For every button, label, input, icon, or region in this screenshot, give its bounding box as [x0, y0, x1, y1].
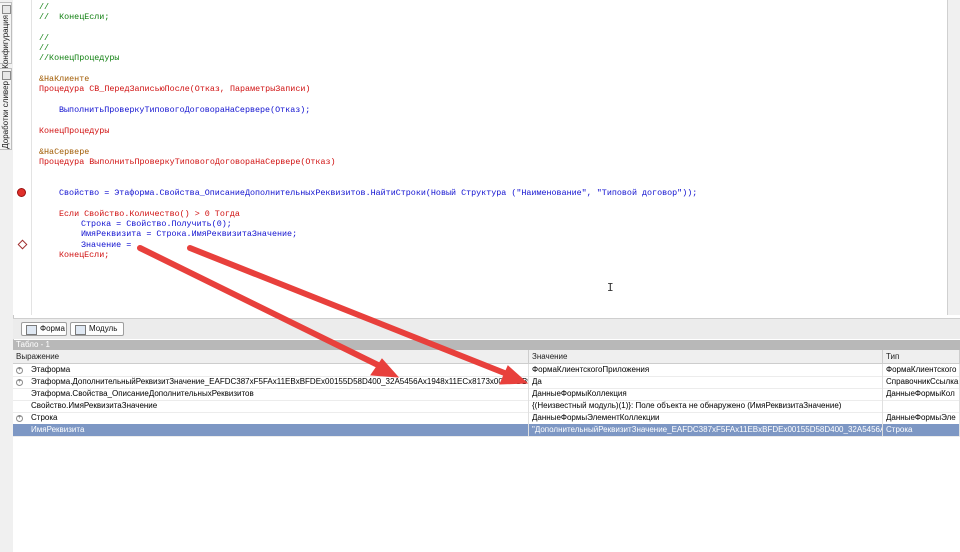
watch-table-header: Выражение Значение Тип — [13, 350, 960, 364]
watch-cell-type: ДанныеФормыЭле — [883, 412, 960, 424]
code-text-area[interactable]: // // КонецЕсли; // // //КонецПроцедуры … — [37, 0, 937, 315]
tab-label: Форма — [40, 324, 65, 333]
code-editor[interactable]: // // КонецЕсли; // // //КонецПроцедуры … — [13, 0, 947, 315]
code-line: Если Свойство.Количество() > 0 Тогда — [59, 209, 240, 219]
watch-expression-text: ИмяРеквизита — [31, 425, 85, 434]
watch-panel[interactable]: Выражение Значение Тип + Этаформа ФормаКли… — [13, 350, 960, 552]
breakpoint-icon[interactable] — [17, 188, 26, 197]
code-line: Процедура СВ_ПередЗаписьюПосле(Отказ, Па… — [39, 84, 311, 94]
watch-cell-type: СправочникСсылка — [883, 376, 960, 388]
code-line: //КонецПроцедуры — [39, 53, 120, 63]
expand-icon[interactable]: + — [16, 415, 23, 422]
watch-row[interactable]: ИмяРеквизита "ДополнительныйРеквизитЗначе… — [13, 424, 960, 437]
watch-cell-type: ДанныеФормыКол — [883, 388, 960, 400]
fold-guide — [31, 0, 32, 315]
watch-cell-type: Строка — [883, 424, 960, 436]
sidebar-tab-improvements[interactable]: Доработки сливер — [0, 68, 12, 150]
configuration-icon — [2, 5, 11, 14]
code-line: // — [39, 43, 50, 53]
column-header-value[interactable]: Значение — [529, 350, 883, 363]
code-line: ВыполнитьПроверкуТиповогоДоговораНаСерве… — [59, 105, 311, 115]
watch-cell-type — [883, 400, 960, 412]
left-sidebar: Конфигурация Доработки сливер — [0, 0, 14, 552]
tab-label: Модуль — [89, 324, 118, 333]
watch-cell-value[interactable]: ФормаКлиентскогоПриложения — [529, 364, 883, 376]
watch-cell-value[interactable]: {(Неизвестный модуль)(1)}: Поле объекта … — [529, 400, 883, 412]
sidebar-tab-label: Конфигурация — [1, 15, 10, 69]
watch-cell-expression[interactable]: ИмяРеквизита — [13, 424, 529, 436]
sidebar-tab-configuration[interactable]: Конфигурация — [0, 2, 12, 69]
tab-module[interactable]: Модуль — [70, 322, 124, 336]
watch-cell-value[interactable]: "ДополнительныйРеквизитЗначение_EAFDC387… — [529, 424, 883, 436]
editor-gutter[interactable] — [13, 0, 29, 315]
watch-panel-title: Табло - 1 — [13, 340, 960, 350]
column-header-expression[interactable]: Выражение — [13, 350, 529, 363]
code-line: КонецПроцедуры — [39, 126, 110, 136]
watch-expression-text: Этаформа.Свойства_ОписаниеДополнительных… — [31, 389, 254, 398]
sidebar-tab-label: Доработки сливер — [1, 81, 10, 149]
watch-cell-expression[interactable]: Этаформа.Свойства_ОписаниеДополнительных… — [13, 388, 529, 400]
code-line: &НаКлиенте — [39, 74, 90, 84]
editor-vertical-scrollbar[interactable] — [947, 0, 960, 315]
watch-cell-expression[interactable]: + Этаформа.ДополнительныйРеквизитЗначение… — [13, 376, 529, 388]
watch-expression-text: Строка — [31, 413, 58, 422]
module-icon — [75, 325, 86, 335]
code-line: // — [39, 2, 50, 12]
code-line: Строка = Свойство.Получить(0); — [81, 219, 232, 229]
code-line: Свойство = Этаформа.Свойства_ОписаниеДоп… — [59, 188, 698, 198]
text-cursor-icon: I — [607, 281, 614, 294]
document-icon — [2, 71, 11, 80]
watch-cell-type: ФормаКлиентского — [883, 364, 960, 376]
watch-expression-text: Этаформа — [31, 365, 71, 374]
code-line: КонецЕсли; — [59, 250, 110, 260]
watch-expression-text: Свойство.ИмяРеквизитаЗначение — [31, 401, 158, 410]
form-icon — [26, 325, 37, 335]
code-line: Процедура ВыполнитьПроверкуТиповогоДогов… — [39, 157, 336, 167]
watch-cell-expression[interactable]: Свойство.ИмяРеквизитаЗначение — [13, 400, 529, 412]
code-line: Значение = — [81, 240, 132, 250]
watch-cell-value[interactable]: Да — [529, 376, 883, 388]
tab-form[interactable]: Форма — [21, 322, 67, 336]
column-header-type[interactable]: Тип — [883, 350, 960, 363]
expand-icon[interactable]: + — [16, 367, 23, 374]
watch-expression-text: Этаформа.ДополнительныйРеквизитЗначение_… — [31, 377, 529, 386]
code-line: &НаСервере — [39, 147, 90, 157]
code-line: // — [39, 33, 50, 43]
expand-icon[interactable]: + — [16, 379, 23, 386]
current-line-marker-icon — [17, 239, 28, 250]
watch-cell-expression[interactable]: + Строка — [13, 412, 529, 424]
watch-cell-expression[interactable]: + Этаформа — [13, 364, 529, 376]
code-line: ИмяРеквизита = Строка.ИмяРеквизитаЗначен… — [81, 229, 298, 239]
code-line: // КонецЕсли; — [39, 12, 110, 22]
editor-tabs-bar: Форма Модуль — [13, 318, 960, 339]
watch-cell-value[interactable]: ДанныеФормыКоллекция — [529, 388, 883, 400]
watch-cell-value[interactable]: ДанныеФормыЭлементКоллекции — [529, 412, 883, 424]
